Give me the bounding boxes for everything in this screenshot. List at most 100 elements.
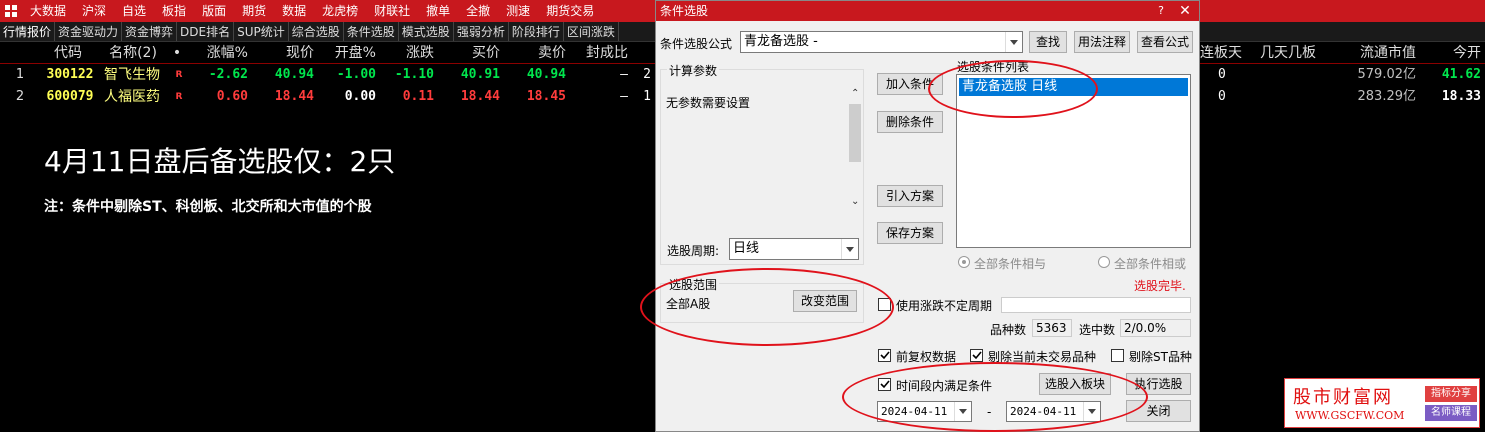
tab-stage-ranking[interactable]: 阶段排行 (509, 22, 564, 41)
chevron-down-icon[interactable] (1083, 402, 1100, 421)
col-code[interactable]: 代码 (40, 42, 100, 63)
chevron-down-icon[interactable] (954, 402, 971, 421)
exclude-untraded-label: 剔除当前未交易品种 (988, 350, 1097, 364)
save-plan-button[interactable]: 保存方案 (877, 222, 943, 244)
find-button[interactable]: 查找 (1029, 31, 1067, 53)
import-plan-button[interactable]: 引入方案 (877, 185, 943, 207)
r-flag-icon: R (175, 92, 183, 102)
table-header: 代码 名称(2) • 涨幅% 现价 开盘% 涨跌 买价 卖价 封成比 (0, 42, 655, 64)
period-select[interactable]: 日线 (729, 238, 859, 260)
menu-item-bigdata[interactable]: 大数据 (22, 0, 74, 22)
menu-item-hushen[interactable]: 沪深 (74, 0, 114, 22)
params-scrollbar[interactable]: ⌃ ⌄ (847, 86, 863, 212)
usage-notes-button[interactable]: 用法注释 (1074, 31, 1130, 53)
table-row-right[interactable]: 0 283.29亿 18.33 (1200, 86, 1485, 108)
date-to-value: 2024-04-11 (1010, 405, 1077, 418)
col-ask[interactable]: 卖价 (504, 42, 570, 63)
price: 18.44 (274, 89, 314, 104)
tab-capital-drive[interactable]: 资金驱动力 (55, 22, 123, 41)
menu-item-layout[interactable]: 版面 (194, 0, 234, 22)
tab-composite-pick[interactable]: 综合选股 (289, 22, 344, 41)
count-label: 品种数 (990, 323, 1027, 337)
radio-and[interactable] (958, 256, 970, 268)
table-row-right[interactable]: 0 579.02亿 41.62 (1200, 64, 1485, 86)
irregular-period-field[interactable] (1001, 297, 1191, 313)
open-pct: -1.00 (336, 67, 376, 82)
col-days-boards[interactable]: 几天几板 (1250, 42, 1330, 63)
menu-item-data[interactable]: 数据 (274, 0, 314, 22)
bid: 40.91 (460, 67, 500, 82)
menu-item-speedtest[interactable]: 测速 (498, 0, 538, 22)
today-open: 18.33 (1441, 89, 1481, 104)
menu-item-futures[interactable]: 期货 (234, 0, 274, 22)
tab-dde-rank[interactable]: DDE排名 (177, 22, 235, 41)
col-float-mktcap[interactable]: 流通市值 (1330, 42, 1420, 63)
col-price[interactable]: 现价 (252, 42, 318, 63)
col-name[interactable]: 名称(2) (100, 42, 170, 63)
date-from-picker[interactable]: 2024-04-11 (877, 401, 972, 422)
table-row[interactable]: 2 600079 人福医药 R 0.60 18.44 0.00 0.11 18.… (0, 86, 655, 108)
formula-select[interactable]: 青龙备选股 - (740, 31, 1023, 53)
menu-item-cancel-all[interactable]: 全撤 (458, 0, 498, 22)
menu-item-cancel[interactable]: 撤单 (418, 0, 458, 22)
radio-or[interactable] (1098, 256, 1110, 268)
date-separator: - (987, 405, 992, 419)
tab-condition-pick[interactable]: 条件选股 (344, 22, 399, 41)
tab-sup-stats[interactable]: SUP统计 (234, 22, 289, 41)
col-consecutive-limit[interactable]: 连板天 (1200, 42, 1250, 63)
seal-ratio: – (620, 67, 628, 82)
grid-menu-icon[interactable] (0, 0, 22, 22)
tab-pattern-pick[interactable]: 模式选股 (399, 22, 454, 41)
time-range-label: 时间段内满足条件 (896, 379, 993, 393)
scroll-thumb[interactable] (849, 104, 861, 162)
col-today-open[interactable]: 今开 (1420, 42, 1485, 63)
menu-item-watchlist[interactable]: 自选 (114, 0, 154, 22)
col-change[interactable]: 涨跌 (380, 42, 438, 63)
menu-item-cls[interactable]: 财联社 (366, 0, 418, 22)
adjusted-data-checkbox[interactable] (878, 349, 891, 362)
date-to-picker[interactable]: 2024-04-11 (1006, 401, 1101, 422)
tab-quotes[interactable]: 行情报价 (0, 22, 56, 41)
seal-ratio: – (620, 89, 628, 104)
col-seal-ratio[interactable]: 封成比 (570, 42, 632, 63)
exclude-untraded-checkbox[interactable] (970, 349, 983, 362)
condition-list-title: 选股条件列表 (957, 60, 1030, 74)
col-open-pct[interactable]: 开盘% (318, 42, 380, 63)
exclude-st-checkbox[interactable] (1111, 349, 1124, 362)
menu-item-index[interactable]: 板指 (154, 0, 194, 22)
menu-item-dragon-tiger[interactable]: 龙虎榜 (314, 0, 366, 22)
close-button[interactable]: 关闭 (1126, 400, 1191, 422)
price: 40.94 (274, 67, 314, 82)
menu-item-futures-trade[interactable]: 期货交易 (538, 0, 602, 22)
help-icon[interactable]: ? (1149, 1, 1173, 21)
chevron-down-icon[interactable] (841, 239, 858, 259)
run-pick-button[interactable]: 执行选股 (1126, 373, 1191, 395)
condition-list[interactable]: 青龙备选股 日线 (956, 74, 1191, 248)
chevron-down-icon[interactable] (1005, 32, 1022, 52)
irregular-period-checkbox[interactable] (878, 298, 891, 311)
add-to-board-button[interactable]: 选股入板块 (1039, 373, 1111, 395)
selected-label: 选中数 (1079, 323, 1116, 337)
delete-condition-button[interactable]: 删除条件 (877, 111, 943, 133)
add-condition-button[interactable]: 加入条件 (877, 73, 943, 95)
table-header-right: 连板天 几天几板 流通市值 今开 (1200, 42, 1485, 64)
time-range-checkbox[interactable] (878, 378, 891, 391)
table-row[interactable]: 1 300122 智飞生物 R -2.62 40.94 -1.00 -1.10 … (0, 64, 655, 86)
scope-title: 选股范围 (667, 276, 720, 293)
radio-or-label: 全部条件相或 (1114, 257, 1187, 271)
scope-value: 全部A股 (666, 297, 711, 311)
view-formula-button[interactable]: 查看公式 (1137, 31, 1193, 53)
bid: 18.44 (460, 89, 500, 104)
tab-strength-analysis[interactable]: 强弱分析 (454, 22, 509, 41)
scroll-up-icon[interactable]: ⌃ (851, 88, 859, 99)
change-scope-button[interactable]: 改变范围 (793, 290, 857, 312)
condition-list-item[interactable]: 青龙备选股 日线 (959, 78, 1188, 96)
col-change-pct[interactable]: 涨幅% (188, 42, 252, 63)
col-bid[interactable]: 买价 (438, 42, 504, 63)
tab-range-change[interactable]: 区间涨跌 (564, 22, 619, 41)
tab-capital-game[interactable]: 资金博弈 (122, 22, 178, 41)
close-icon[interactable]: ✕ (1173, 1, 1197, 21)
row-index: 2 (15, 89, 25, 104)
scroll-down-icon[interactable]: ⌄ (851, 196, 859, 207)
dialog-titlebar[interactable]: 条件选股 ? ✕ (656, 1, 1199, 21)
